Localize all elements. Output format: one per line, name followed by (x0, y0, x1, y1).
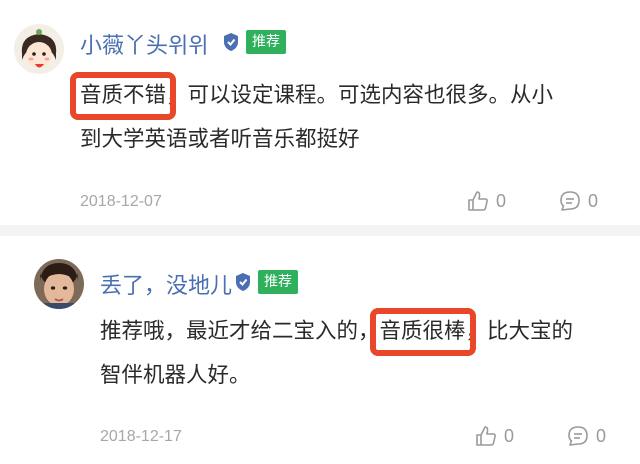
comment-text: 推荐哦，最近才给二宝入的，音质很棒，比大宝的 智伴机器人好。 (100, 308, 574, 398)
comment-bubble-icon (560, 191, 580, 211)
comment-bubble-icon (568, 426, 588, 446)
comment-text-part: ，比大宝的 (465, 319, 574, 344)
comment-text-part: 推荐哦，最近才给二宝入的， (100, 319, 380, 344)
reply-count: 0 (588, 190, 599, 211)
like-button[interactable]: 0 (466, 189, 506, 213)
comment-text-line2: 智伴机器人好。 (100, 363, 251, 388)
comment-card-2: 丢了，没地儿 推荐 推荐哦，最近才给二宝入的，音质很棒，比大宝的 智伴机器人好。… (0, 236, 640, 464)
comment-card-1: 小薇丫头위위 推荐 音质不错，可以设定课程。可选内容也很多。从小 到大学英语或者… (0, 0, 640, 225)
shield-icon (236, 273, 250, 291)
reply-count: 0 (596, 425, 607, 446)
reply-button[interactable]: 0 (566, 424, 606, 448)
like-count: 0 (496, 190, 507, 211)
like-button[interactable]: 0 (474, 424, 514, 448)
comment-date: 2018-12-17 (100, 428, 182, 445)
reply-button[interactable]: 0 (558, 189, 598, 213)
cartoon-girl-avatar-icon (14, 24, 64, 74)
highlighted-phrase: 音质很棒 (369, 308, 476, 356)
recommend-badge: 推荐 (246, 30, 286, 54)
comment-text: 音质不错，可以设定课程。可选内容也很多。从小 到大学英语或者听音乐都挺好 (69, 72, 554, 162)
child-photo-avatar-icon (34, 259, 84, 309)
comment-text-line2: 到大学英语或者听音乐都挺好 (80, 127, 360, 152)
avatar[interactable] (34, 259, 84, 309)
username[interactable]: 小薇丫头위위 (80, 28, 208, 60)
username[interactable]: 丢了，没地儿 (100, 268, 232, 300)
highlighted-phrase: 音质不错 (69, 72, 177, 120)
divider (0, 225, 640, 236)
recommend-badge: 推荐 (258, 270, 298, 294)
thumbs-up-icon (476, 426, 496, 446)
shield-icon (224, 33, 238, 51)
comment-date: 2018-12-07 (80, 193, 162, 210)
comment-text-part: ，可以设定课程。可选内容也很多。从小 (166, 83, 554, 108)
avatar[interactable] (14, 24, 64, 74)
thumbs-up-icon (468, 191, 488, 211)
like-count: 0 (504, 425, 515, 446)
